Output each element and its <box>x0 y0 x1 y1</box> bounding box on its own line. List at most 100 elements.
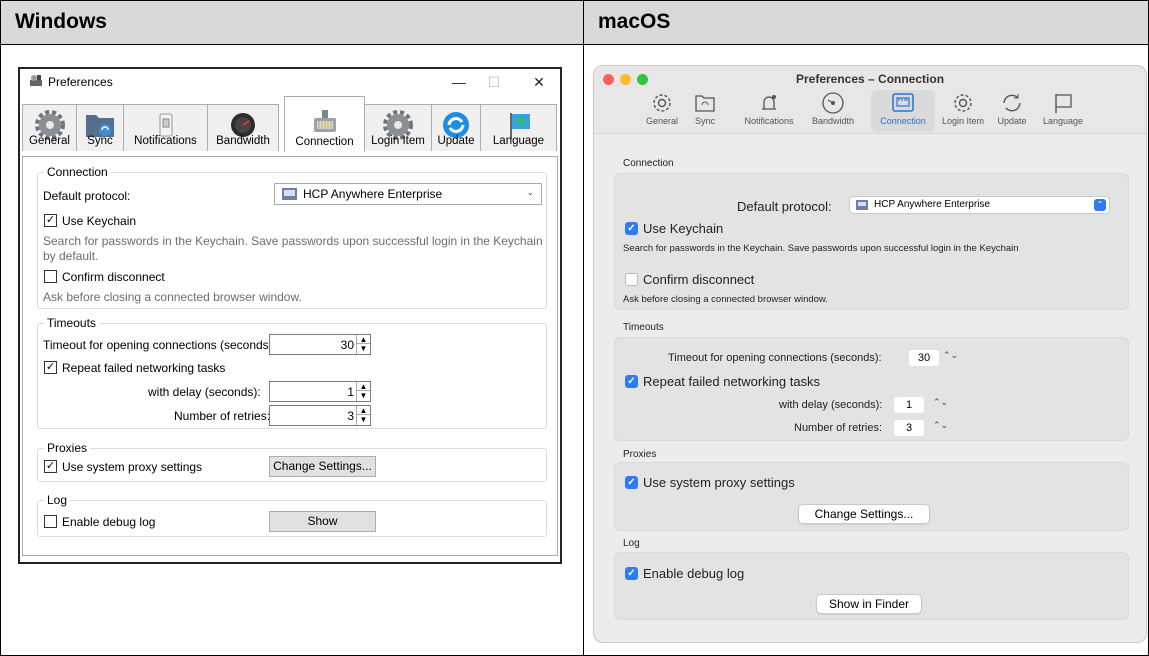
use-keychain-checkbox[interactable]: ✓ <box>625 222 638 235</box>
retries-field[interactable]: 3 <box>894 420 924 436</box>
debug-log-checkbox[interactable] <box>44 515 57 528</box>
timeout-value: 30 <box>340 338 354 352</box>
repeat-failed-label[interactable]: Repeat failed networking tasks <box>62 361 225 375</box>
retries-stepper[interactable]: 3 ▲ ▼ <box>269 405 371 426</box>
gear-icon <box>653 94 671 112</box>
mac-connection-section-title: Connection <box>623 158 674 169</box>
use-keychain-checkbox[interactable]: ✓ <box>44 214 57 227</box>
retries-stepper-icon[interactable]: ⌃⌄ <box>933 420 948 431</box>
network-connector-icon <box>313 110 336 132</box>
repeat-failed-label[interactable]: Repeat failed networking tasks <box>643 374 820 389</box>
timeout-label: Timeout for opening connections (seconds… <box>668 352 882 364</box>
ethernet-port-icon <box>892 93 914 112</box>
timeouts-group-title: Timeouts <box>44 316 99 330</box>
mac-timeouts-section-title: Timeouts <box>623 322 664 333</box>
confirm-disconnect-label[interactable]: Confirm disconnect <box>62 270 165 284</box>
maximize-button[interactable]: ☐ <box>479 71 509 93</box>
delay-stepper[interactable]: 1 ▲ ▼ <box>269 381 371 402</box>
mac-tab-bandwidth[interactable]: Bandwidth <box>806 90 860 132</box>
timeout-stepper[interactable]: 30 ▲ ▼ <box>269 334 371 355</box>
keychain-help-text: Search for passwords in the Keychain. Sa… <box>43 234 543 263</box>
mac-tab-general[interactable]: General <box>642 90 682 132</box>
tab-label: General <box>645 116 679 126</box>
tab-label: Bandwidth <box>216 135 270 147</box>
tab-update[interactable]: Update <box>431 104 481 151</box>
repeat-failed-checkbox[interactable]: ✓ <box>625 375 638 388</box>
tab-label: Connection <box>880 116 926 126</box>
timeout-stepper-icon[interactable]: ⌃⌄ <box>943 350 958 361</box>
system-proxy-checkbox[interactable]: ✓ <box>625 476 638 489</box>
stepper-arrows[interactable]: ▲ ▼ <box>356 382 370 401</box>
stepper-arrows[interactable]: ▲ ▼ <box>356 406 370 425</box>
delay-field[interactable]: 1 <box>894 397 924 413</box>
system-proxy-label[interactable]: Use system proxy settings <box>643 475 795 490</box>
default-protocol-select[interactable]: HCP Anywhere Enterprise ⌄ <box>274 183 542 205</box>
confirm-disconnect-checkbox[interactable] <box>625 273 638 286</box>
timeouts-group: Timeouts Timeout for opening connections… <box>37 316 547 429</box>
log-group-title: Log <box>44 493 71 507</box>
confirm-disconnect-label[interactable]: Confirm disconnect <box>643 272 754 287</box>
repeat-failed-checkbox[interactable]: ✓ <box>44 361 57 374</box>
stepper-arrows[interactable]: ▲ ▼ <box>356 335 370 354</box>
delay-label: with delay (seconds): <box>779 399 883 411</box>
system-proxy-checkbox[interactable]: ✓ <box>44 460 57 473</box>
mac-tab-language[interactable]: Language <box>1038 90 1088 132</box>
tab-sync[interactable]: Sync <box>76 104 124 151</box>
close-button[interactable]: ✕ <box>524 71 554 93</box>
mac-tab-connection[interactable]: Connection <box>871 90 935 132</box>
minimize-button[interactable]: — <box>444 71 474 93</box>
preferences-app-icon <box>30 75 42 86</box>
window-titlebar[interactable]: Preferences — ☐ ✕ <box>20 69 560 95</box>
system-proxy-label[interactable]: Use system proxy settings <box>62 460 202 474</box>
stepper-up-icon[interactable]: ▲ <box>357 406 370 415</box>
tab-label: Notifications <box>134 135 197 147</box>
flag-icon <box>1055 94 1072 113</box>
tab-label: Login Item <box>371 135 425 147</box>
tab-language[interactable]: Language <box>480 104 557 151</box>
change-settings-button[interactable]: Change Settings... <box>798 504 930 524</box>
timeout-field[interactable]: 30 <box>909 350 939 366</box>
stepper-down-icon[interactable]: ▼ <box>357 391 370 400</box>
mac-tab-notifications[interactable]: Notifications <box>737 90 801 132</box>
tab-connection[interactable]: Connection <box>284 96 365 152</box>
mac-log-section-title: Log <box>623 538 640 549</box>
stepper-up-icon[interactable]: ▲ <box>357 335 370 344</box>
tab-label: Notifications <box>744 116 794 126</box>
tab-notifications[interactable]: Notifications <box>123 104 208 151</box>
windows-column-header: Windows <box>1 1 583 45</box>
debug-log-label[interactable]: Enable debug log <box>643 566 744 581</box>
mac-tab-update[interactable]: Update <box>993 90 1031 132</box>
mac-log-box: ✓ Enable debug log Show in Finder <box>614 552 1129 620</box>
default-protocol-label: Default protocol: <box>737 199 832 214</box>
debug-log-label[interactable]: Enable debug log <box>62 515 155 529</box>
tab-login-item[interactable]: Login Item <box>364 104 432 151</box>
popup-chevron-icon: ⌃ <box>1094 199 1106 211</box>
show-in-finder-button[interactable]: Show in Finder <box>816 594 922 614</box>
stepper-down-icon[interactable]: ▼ <box>357 344 370 353</box>
confirm-disconnect-checkbox[interactable] <box>44 270 57 283</box>
retries-label: Number of retries: <box>174 409 271 423</box>
hcp-server-icon <box>282 188 297 200</box>
tab-label: Bandwidth <box>811 116 855 126</box>
debug-log-checkbox[interactable]: ✓ <box>625 567 638 580</box>
change-settings-button[interactable]: Change Settings... <box>269 456 376 477</box>
tab-general[interactable]: General <box>22 104 77 151</box>
delay-stepper-icon[interactable]: ⌃⌄ <box>933 397 948 408</box>
sync-folder-icon <box>695 95 715 112</box>
macos-column-header: macOS <box>584 1 1148 45</box>
update-icon <box>1003 94 1021 112</box>
mac-tab-sync[interactable]: Sync <box>689 90 721 132</box>
gauge-icon <box>822 92 844 114</box>
windows-preferences-window: Preferences — ☐ ✕ General Sync Notificat… <box>18 67 562 564</box>
default-protocol-popup[interactable]: HCP Anywhere Enterprise ⌃ <box>849 196 1110 214</box>
use-keychain-label[interactable]: Use Keychain <box>643 221 723 236</box>
tab-bandwidth[interactable]: Bandwidth <box>207 104 279 151</box>
mac-tab-login-item[interactable]: Login Item <box>940 90 986 132</box>
proxies-group-title: Proxies <box>44 441 91 455</box>
show-log-button[interactable]: Show <box>269 511 376 532</box>
tab-label: Login Item <box>941 116 985 126</box>
use-keychain-label[interactable]: Use Keychain <box>62 214 136 228</box>
connection-group-title: Connection <box>44 165 111 179</box>
stepper-up-icon[interactable]: ▲ <box>357 382 370 391</box>
stepper-down-icon[interactable]: ▼ <box>357 415 370 424</box>
